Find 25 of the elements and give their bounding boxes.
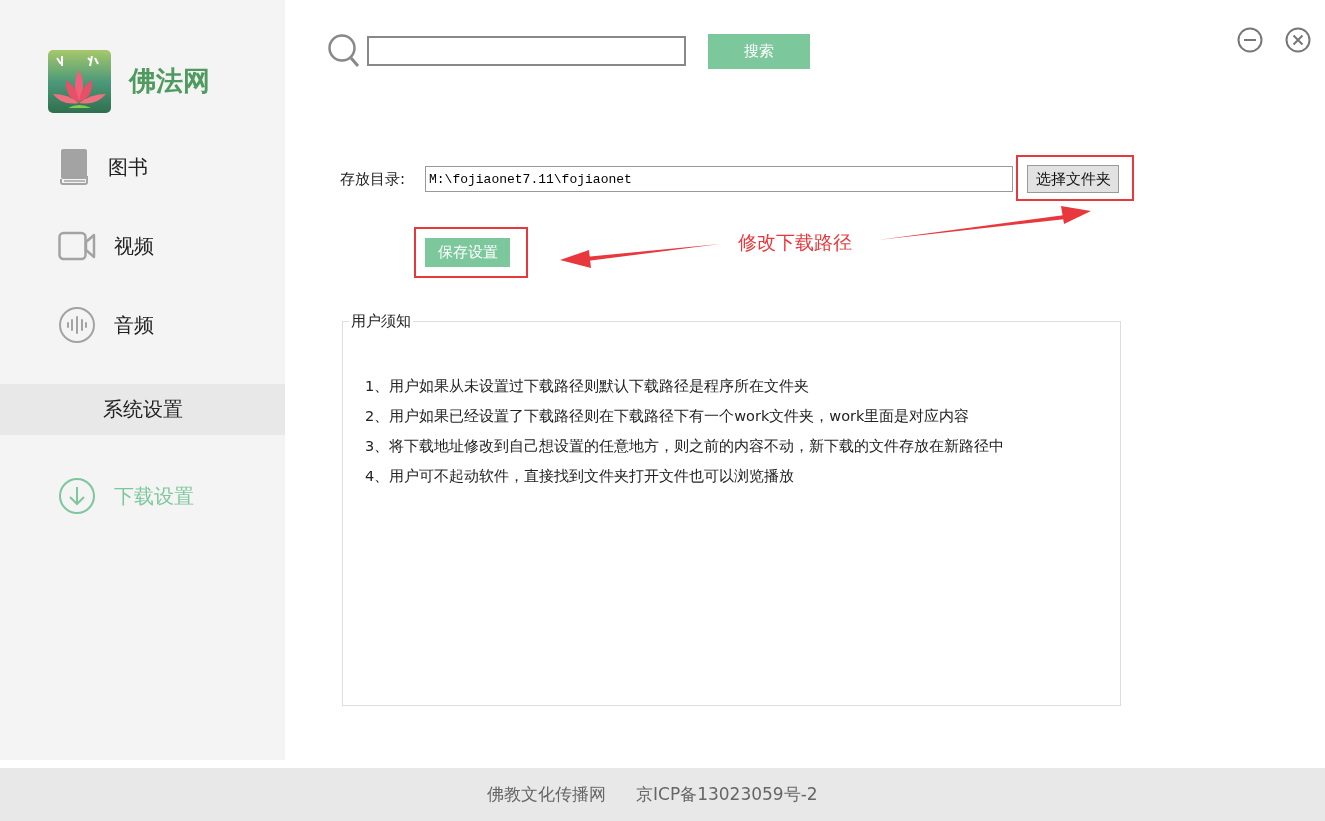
download-icon <box>58 477 96 515</box>
app-title: 佛法网 <box>129 64 210 98</box>
close-icon[interactable] <box>1285 27 1311 53</box>
choose-folder-button[interactable]: 选择文件夹 <box>1027 165 1119 193</box>
minimize-icon[interactable] <box>1237 27 1263 53</box>
sidebar-item[interactable]: 音频 <box>0 306 285 344</box>
notice-text: 3、将下载地址修改到自己想设置的任意地方，则之前的内容不动，新下载的文件存放在新路径中 <box>365 437 1006 456</box>
sound-wave-icon <box>58 306 96 344</box>
footer-text: 京ICP备13023059号-2 <box>636 783 818 806</box>
sidebar-item[interactable]: 图书 <box>0 148 285 186</box>
book-icon <box>58 148 90 186</box>
folder-path-field[interactable]: M:\fojiaonet7.11\fojiaonet <box>425 166 1013 192</box>
section-header: 系统设置 <box>0 384 285 435</box>
notice-text: 1、用户如果从未设置过下载路径则默认下载路径是程序所在文件夹 <box>365 377 811 396</box>
video-camera-icon <box>58 231 96 261</box>
footer-text: 佛教文化传播网 <box>487 783 606 806</box>
notice-text: 2、用户如果已经设置了下载路径则在下载路径下有一个work文件夹，work里面是对应内容 <box>365 407 971 426</box>
search-icon <box>327 33 361 69</box>
notice-text: 4、用户可不起动软件，直接找到文件夹打开文件也可以浏览播放 <box>365 467 796 486</box>
lotus-logo-icon <box>48 49 111 113</box>
panel-title: 用户须知 <box>350 312 412 331</box>
field-label: 存放目录: <box>340 169 407 189</box>
search-field[interactable] <box>367 36 686 66</box>
annotation-text: 修改下载路径 <box>738 230 852 255</box>
sidebar-item[interactable]: 视频 <box>0 227 285 265</box>
